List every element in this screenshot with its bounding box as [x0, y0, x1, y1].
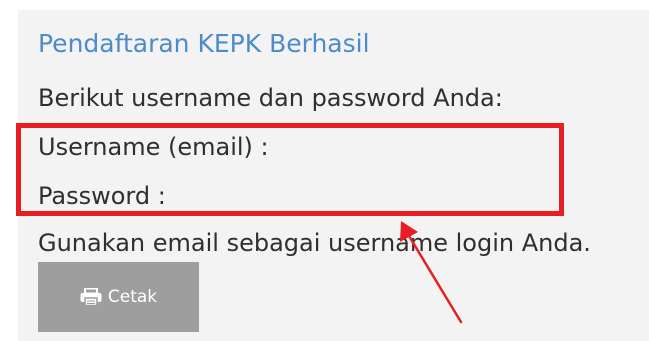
- print-button[interactable]: Cetak: [38, 262, 199, 332]
- login-hint-text: Gunakan email sebagai username login And…: [38, 229, 591, 257]
- highlight-box: [16, 123, 564, 216]
- print-button-label: Cetak: [107, 287, 158, 307]
- printer-icon: [80, 288, 102, 306]
- intro-text: Berikut username dan password Anda:: [38, 84, 503, 112]
- page-title: Pendaftaran KEPK Berhasil: [38, 29, 370, 58]
